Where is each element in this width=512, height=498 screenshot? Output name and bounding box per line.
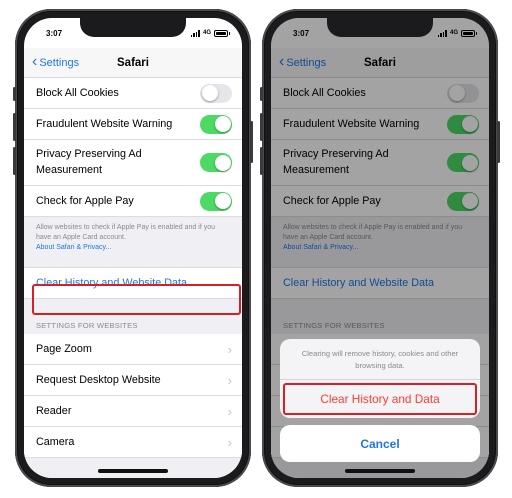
volume-down-button bbox=[13, 147, 16, 175]
block-cookies-toggle[interactable] bbox=[200, 83, 232, 103]
screen: 3:07 4G ‹ Settings Safari Block All Cook… bbox=[24, 18, 242, 478]
row-camera[interactable]: Camera › bbox=[24, 427, 242, 458]
signal-icon bbox=[190, 29, 200, 37]
chevron-right-icon: › bbox=[227, 372, 232, 388]
row-label: Request Desktop Website bbox=[36, 374, 161, 386]
mute-switch bbox=[260, 87, 263, 101]
highlight-box bbox=[32, 284, 241, 315]
row-page-zoom[interactable]: Page Zoom › bbox=[24, 334, 242, 365]
volume-up-button bbox=[13, 113, 16, 141]
back-button[interactable]: ‹ Settings bbox=[32, 48, 79, 78]
chevron-right-icon: › bbox=[227, 434, 232, 450]
apple-pay-toggle[interactable] bbox=[200, 191, 232, 211]
row-label: Reader bbox=[36, 405, 72, 417]
network-label: 4G bbox=[449, 30, 458, 36]
battery-icon bbox=[461, 29, 477, 37]
chevron-right-icon: › bbox=[227, 341, 232, 357]
page-title: Safari bbox=[117, 56, 149, 69]
screen: 3:07 4G ‹ Settings Safari Block All Cook… bbox=[271, 18, 489, 478]
action-sheet: Clearing will remove history, cookies an… bbox=[280, 339, 480, 462]
row-label: Privacy Preserving Ad Measurement bbox=[36, 148, 142, 176]
chevron-right-icon: › bbox=[227, 403, 232, 419]
action-sheet-message: Clearing will remove history, cookies an… bbox=[280, 339, 480, 380]
row-label: Block All Cookies bbox=[36, 87, 119, 99]
iphone-right: 3:07 4G ‹ Settings Safari Block All Cook… bbox=[260, 9, 500, 487]
home-indicator bbox=[345, 469, 415, 473]
clear-history-data-button[interactable]: Clear History and Data bbox=[280, 380, 480, 418]
volume-up-button bbox=[260, 113, 263, 141]
about-privacy-link[interactable]: About Safari & Privacy... bbox=[36, 243, 230, 253]
cancel-button[interactable]: Cancel bbox=[280, 425, 480, 462]
side-button bbox=[497, 121, 500, 163]
status-time: 3:07 bbox=[46, 28, 63, 38]
iphone-left: 3:07 4G ‹ Settings Safari Block All Cook… bbox=[13, 9, 253, 487]
row-label: Camera bbox=[36, 436, 75, 448]
battery-icon bbox=[214, 29, 230, 37]
side-button bbox=[250, 121, 253, 163]
row-label: Fraudulent Website Warning bbox=[36, 118, 173, 130]
network-label: 4G bbox=[202, 30, 211, 36]
fraud-warning-toggle[interactable] bbox=[200, 114, 232, 134]
navigation-bar: ‹ Settings Safari bbox=[24, 48, 242, 78]
signal-icon bbox=[437, 29, 447, 37]
footnote-text: Allow websites to check if Apple Pay is … bbox=[36, 224, 215, 242]
status-time: 3:07 bbox=[293, 28, 310, 38]
home-indicator bbox=[98, 469, 168, 473]
action-sheet-group: Clearing will remove history, cookies an… bbox=[280, 339, 480, 418]
ad-measurement-toggle[interactable] bbox=[200, 153, 232, 172]
mute-switch bbox=[13, 87, 16, 101]
volume-down-button bbox=[260, 147, 263, 175]
row-reader[interactable]: Reader › bbox=[24, 396, 242, 427]
row-request-desktop[interactable]: Request Desktop Website › bbox=[24, 365, 242, 396]
settings-list: Block All Cookies Fraudulent Website War… bbox=[24, 78, 242, 478]
notch bbox=[80, 18, 186, 37]
highlight-box bbox=[283, 383, 477, 415]
row-fraudulent-website-warning: Fraudulent Website Warning bbox=[24, 109, 242, 140]
footnote: Allow websites to check if Apple Pay is … bbox=[24, 217, 242, 267]
notch bbox=[327, 18, 433, 37]
row-check-apple-pay: Check for Apple Pay bbox=[24, 186, 242, 217]
chevron-left-icon: ‹ bbox=[32, 53, 38, 70]
row-label: Check for Apple Pay bbox=[36, 195, 134, 207]
back-label: Settings bbox=[39, 57, 80, 69]
row-label: Page Zoom bbox=[36, 343, 92, 355]
row-block-all-cookies: Block All Cookies bbox=[24, 78, 242, 109]
row-privacy-ad-measurement: Privacy Preserving Ad Measurement bbox=[24, 140, 242, 186]
